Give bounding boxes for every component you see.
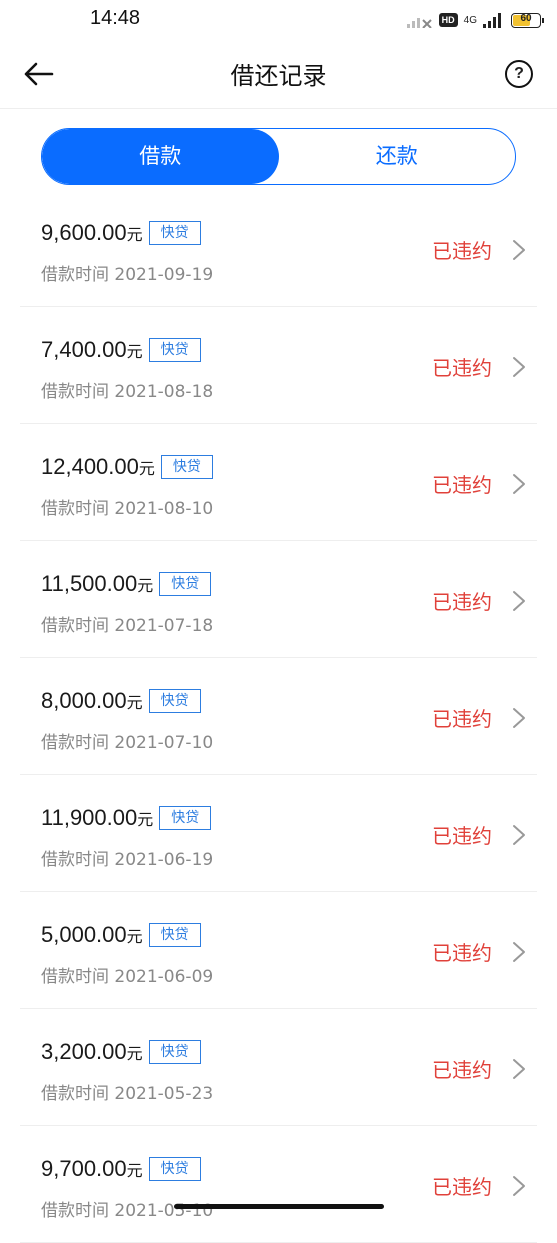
loan-amount: 9,700.00 <box>41 1156 127 1181</box>
currency-unit: 元 <box>126 1161 143 1180</box>
status-bar: 14:48 HD 4G 60 <box>0 0 557 40</box>
battery-percent: 60 <box>520 12 532 24</box>
status-label: 已违约 <box>432 941 492 965</box>
record-list: 9,600.00 元快贷 借款时间 2021-09-19 已违约 7,400.00 元快贷… <box>0 190 557 1243</box>
battery-icon: 60 <box>511 12 544 28</box>
help-icon[interactable]: ? <box>505 60 533 88</box>
currency-unit: 元 <box>138 459 155 478</box>
product-tag: 快贷 <box>148 1157 201 1181</box>
chevron-right-icon <box>513 1059 525 1079</box>
record-row[interactable]: 7,400.00 元快贷借款时间 2021-08-18 已违约 <box>20 307 537 424</box>
chevron-right-icon <box>513 825 525 845</box>
status-time: 14:48 <box>90 7 141 29</box>
tab-borrow[interactable]: 借款 <box>42 129 279 184</box>
amount-line: 9,600.00 元快贷 <box>41 220 201 248</box>
amount-line: 11,900.00 元快贷 <box>41 805 212 833</box>
status-label: 已违约 <box>432 239 492 263</box>
chevron-right-icon <box>513 708 525 728</box>
loan-amount: 7,400.00 <box>41 337 127 362</box>
amount-line: 9,700.00 元快贷 <box>41 1156 201 1184</box>
loan-amount: 8,000.00 <box>41 688 127 713</box>
tab-switcher: 借款 还款 <box>41 128 516 185</box>
chevron-right-icon <box>513 591 525 611</box>
loan-date: 借款时间 2021-06-19 <box>41 850 214 870</box>
chevron-right-icon <box>513 357 525 377</box>
amount-line: 3,200.00 元快贷 <box>41 1039 201 1067</box>
record-row[interactable]: 11,500.00 元快贷借款时间 2021-07-18 已违约 <box>20 541 537 658</box>
loan-amount: 11,500.00 <box>41 571 138 596</box>
loan-date: 借款时间 2021-06-09 <box>41 967 214 987</box>
record-row[interactable]: 8,000.00 元快贷借款时间 2021-07-10 已违约 <box>20 658 537 775</box>
product-tag: 快贷 <box>159 572 212 596</box>
status-label: 已违约 <box>432 356 492 380</box>
chevron-right-icon <box>513 474 525 494</box>
product-tag: 快贷 <box>159 806 212 830</box>
currency-unit: 元 <box>126 693 143 712</box>
chevron-right-icon <box>513 942 525 962</box>
network-label: 4G <box>463 14 477 26</box>
loan-amount: 12,400.00 <box>41 454 139 479</box>
currency-unit: 元 <box>137 810 154 829</box>
home-indicator <box>174 1204 384 1209</box>
status-label: 已违约 <box>432 824 492 848</box>
product-tag: 快贷 <box>160 455 213 479</box>
product-tag: 快贷 <box>148 689 201 713</box>
loan-amount: 5,000.00 <box>41 922 127 947</box>
status-label: 已违约 <box>432 1058 492 1082</box>
page-title: 借还记录 <box>230 62 327 90</box>
amount-line: 8,000.00 元快贷 <box>41 688 201 716</box>
chevron-right-icon <box>513 240 525 260</box>
amount-line: 5,000.00 元快贷 <box>41 922 201 950</box>
currency-unit: 元 <box>137 576 154 595</box>
product-tag: 快贷 <box>148 923 201 947</box>
tab-repay[interactable]: 还款 <box>279 129 516 184</box>
loan-date: 借款时间 2021-05-23 <box>41 1084 214 1104</box>
currency-unit: 元 <box>126 927 143 946</box>
loan-amount: 11,900.00 <box>41 805 138 830</box>
record-row[interactable]: 5,000.00 元快贷借款时间 2021-06-09 已违约 <box>20 892 537 1009</box>
status-label: 已违约 <box>432 473 492 497</box>
loan-amount: 3,200.00 <box>41 1039 127 1064</box>
hd-badge: HD <box>438 13 458 27</box>
loan-amount: 9,600.00 <box>41 220 127 245</box>
chevron-right-icon <box>513 1176 525 1196</box>
record-row[interactable]: 9,600.00 元快贷借款时间 2021-09-19 已违约 <box>20 190 537 307</box>
currency-unit: 元 <box>126 225 143 244</box>
status-label: 已违约 <box>432 1175 492 1199</box>
amount-line: 11,500.00 元快贷 <box>41 571 212 599</box>
status-label: 已违约 <box>432 707 492 731</box>
amount-line: 12,400.00 元快贷 <box>41 454 213 482</box>
signal-icon <box>483 13 501 28</box>
loan-date: 借款时间 2021-07-18 <box>41 616 214 636</box>
amount-line: 7,400.00 元快贷 <box>41 337 201 365</box>
signal-muted-icon <box>406 18 432 28</box>
record-row[interactable]: 12,400.00 元快贷借款时间 2021-08-10 已违约 <box>20 424 537 541</box>
record-row[interactable]: 3,200.00 元快贷借款时间 2021-05-23 已违约 <box>20 1009 537 1126</box>
loan-date: 借款时间 2021-09-19 <box>41 265 214 285</box>
product-tag: 快贷 <box>148 1040 201 1064</box>
status-icons: HD 4G 60 <box>406 8 544 32</box>
product-tag: 快贷 <box>148 338 201 362</box>
loan-date: 借款时间 2021-08-18 <box>41 382 214 402</box>
loan-date: 借款时间 2021-08-10 <box>41 499 214 519</box>
record-row[interactable]: 11,900.00 元快贷借款时间 2021-06-19 已违约 <box>20 775 537 892</box>
currency-unit: 元 <box>126 342 143 361</box>
record-row[interactable]: 9,700.00 元快贷 借款时间 2021-05-10 已违约 <box>20 1126 537 1243</box>
nav-bar: 借还记录 ? <box>0 40 557 109</box>
status-label: 已违约 <box>432 590 492 614</box>
currency-unit: 元 <box>126 1044 143 1063</box>
product-tag: 快贷 <box>148 221 201 245</box>
loan-date: 借款时间 2021-07-10 <box>41 733 214 753</box>
